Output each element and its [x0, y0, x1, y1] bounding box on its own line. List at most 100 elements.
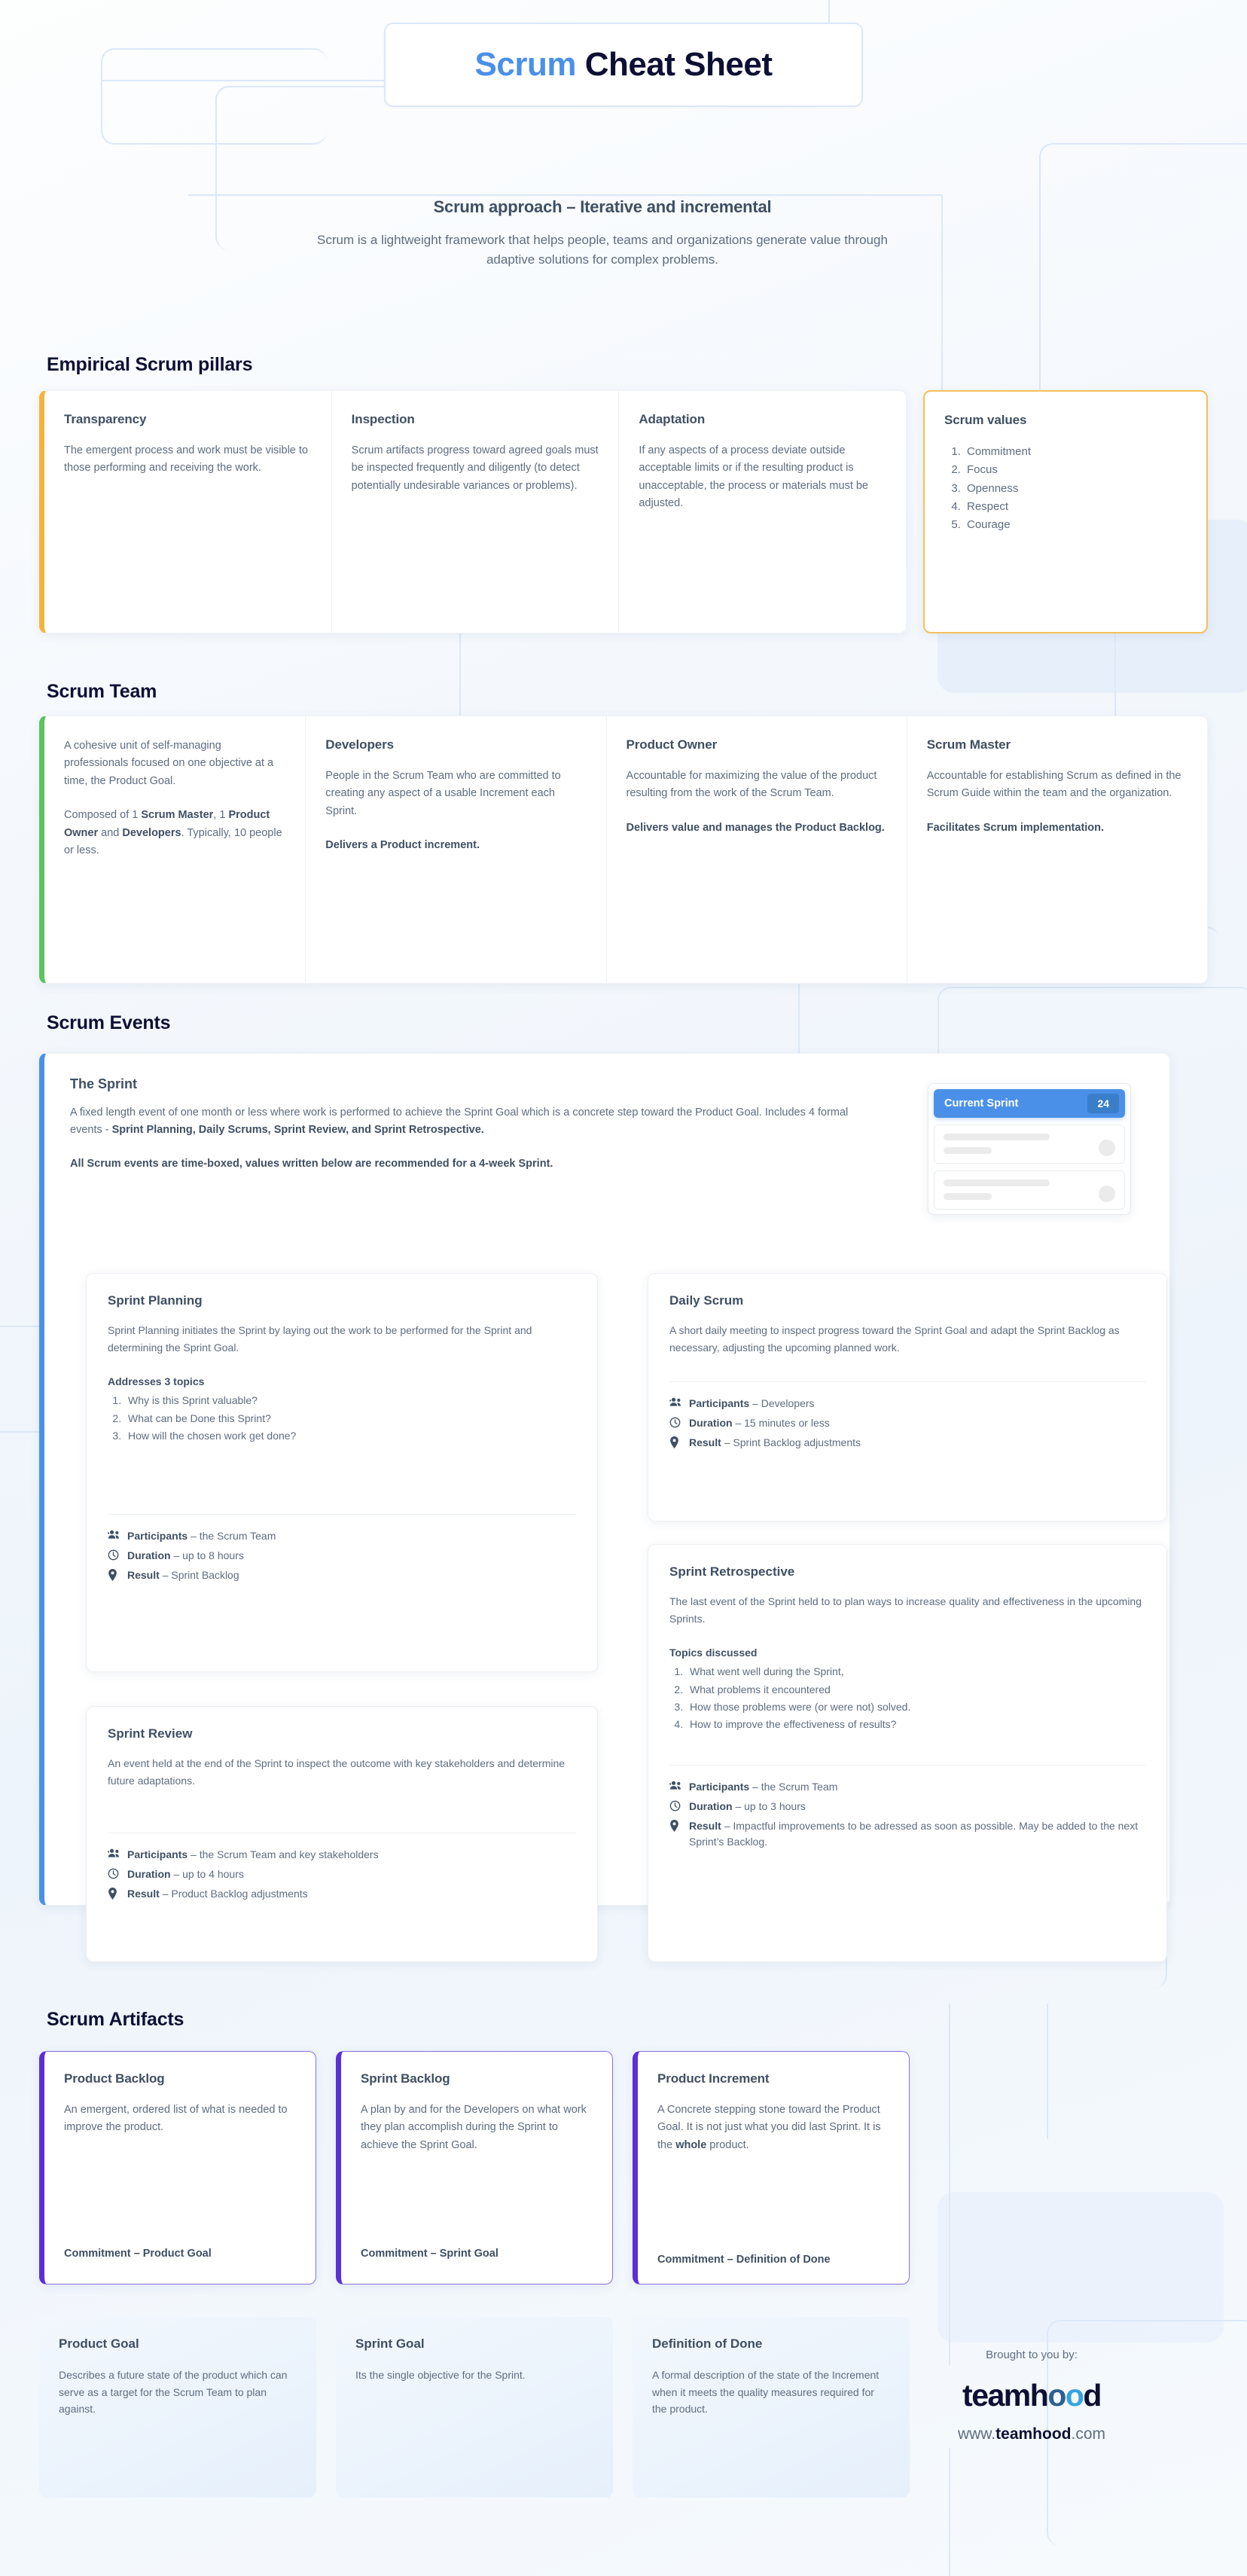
intro-heading: Scrum approach – Iterative and increment… [433, 197, 772, 216]
divider [669, 1765, 1145, 1766]
kanban-column-header[interactable]: Current Sprint 24 [934, 1089, 1125, 1118]
event-card-sprint-review: Sprint Review An event held at the end o… [86, 1706, 598, 1962]
meta-result: Result – Impactful improvements to be ad… [669, 1818, 1145, 1850]
kanban-count-badge: 24 [1087, 1094, 1119, 1113]
meta-duration: Duration – 15 minutes or less [669, 1415, 1145, 1431]
intro-block: Scrum approach – Iterative and increment… [301, 197, 904, 270]
url-brand: teamhood [995, 2425, 1072, 2443]
list-item: What went well during the Sprint, [686, 1663, 1145, 1680]
clock-icon [669, 1799, 689, 1811]
page-title-card: Scrum Cheat Sheet [384, 23, 863, 107]
section-heading-events: Scrum Events [47, 1012, 171, 1033]
goal-body: Describes a future state of the product … [59, 2369, 288, 2416]
footer-brand: Brought to you by: teamhood www.teamhood… [911, 2349, 1152, 2443]
goal-card-sprint-goal: Sprint Goal Its the single objective for… [336, 2317, 613, 2498]
kanban-task-card[interactable] [934, 1125, 1125, 1164]
pillars-card: Transparency The emergent process and wo… [39, 390, 907, 633]
event-topics: What went well during the Sprint, What p… [686, 1663, 1145, 1733]
event-body: Sprint Planning initiates the Sprint by … [108, 1324, 532, 1354]
pin-icon [669, 1435, 689, 1449]
clock-icon [108, 1866, 127, 1879]
goal-card-product-goal: Product Goal Describes a future state of… [39, 2317, 316, 2498]
artifact-commitment: Commitment – Product Goal [64, 2247, 212, 2260]
teamhood-logo: teamhood [911, 2378, 1152, 2413]
artifact-card-product-increment: Product Increment A Concrete stepping st… [633, 2051, 910, 2285]
event-title: Sprint Planning [108, 1293, 203, 1308]
artifact-body: A plan by and for the Developers on what… [361, 2104, 587, 2151]
role-body: Accountable for establishing Scrum as de… [926, 770, 1181, 800]
task-title-placeholder [944, 1180, 1050, 1186]
meta-text: Duration – up to 3 hours [689, 1800, 806, 1813]
divider [669, 1381, 1145, 1383]
list-item: Courage [964, 516, 1187, 534]
scrum-values-title: Scrum values [944, 413, 1027, 427]
task-subtitle-placeholder [944, 1193, 992, 1200]
avatar [1099, 1186, 1115, 1202]
meta-duration: Duration – up to 3 hours [669, 1799, 1145, 1814]
goal-body: A formal description of the state of the… [652, 2369, 880, 2416]
list-item: How to improve the effectiveness of resu… [686, 1716, 1145, 1733]
event-card-sprint-retrospective: Sprint Retrospective The last event of t… [648, 1544, 1167, 1962]
logo-o-light: o [1065, 2378, 1084, 2413]
meta-duration: Duration – up to 8 hours [108, 1548, 576, 1564]
task-subtitle-placeholder [944, 1147, 992, 1154]
role-title: Scrum Master [926, 737, 1011, 752]
goal-title: Definition of Done [652, 2336, 763, 2351]
intro-body: Scrum is a lightweight framework that he… [317, 233, 888, 267]
artifact-commitment: Commitment – Sprint Goal [361, 2247, 498, 2260]
clock-icon [669, 1415, 689, 1428]
logo-text-2: d [1083, 2378, 1102, 2413]
section-heading-artifacts: Scrum Artifacts [47, 2009, 184, 2030]
list-item: What can be Done this Sprint? [124, 1410, 576, 1427]
meta-text: Result – Impactful improvements to be ad… [689, 1820, 1139, 1848]
event-title: Sprint Retrospective [669, 1564, 795, 1579]
kanban-task-card[interactable] [934, 1170, 1125, 1210]
event-body: The last event of the Sprint held to to … [669, 1595, 1142, 1625]
artifact-title: Product Backlog [64, 2071, 165, 2086]
goal-card-definition-of-done: Definition of Done A formal description … [633, 2317, 910, 2498]
people-icon [108, 1528, 127, 1540]
meta-text: Duration – up to 8 hours [127, 1549, 244, 1562]
event-title: Sprint Review [108, 1726, 193, 1741]
role-note: Delivers a Product increment. [325, 839, 480, 852]
page-title-accent: Scrum [474, 46, 577, 83]
meta-text: Participants – Developers [689, 1397, 815, 1410]
kanban-column-title: Current Sprint [944, 1097, 1019, 1109]
logo-text-1: teamh [962, 2378, 1049, 2413]
infographic-page: Scrum Cheat Sheet Scrum approach – Itera… [0, 0, 1247, 2576]
pin-icon [669, 1818, 689, 1833]
pillar-title: Adaptation [639, 412, 706, 426]
artifact-card-product-backlog: Product Backlog An emergent, ordered lis… [39, 2051, 316, 2285]
people-icon [669, 1396, 689, 1407]
current-sprint-widget[interactable]: Current Sprint 24 [928, 1083, 1131, 1215]
the-sprint-body: A fixed length event of one month or les… [70, 1106, 849, 1137]
role-title: Product Owner [626, 737, 718, 752]
artifact-body: A Concrete stepping stone toward the Pro… [657, 2104, 881, 2151]
event-body: A short daily meeting to inspect progres… [669, 1324, 1120, 1354]
pin-icon [108, 1886, 127, 1900]
pillar-adaptation: Adaptation If any aspects of a process d… [618, 391, 906, 633]
website-url[interactable]: www.teamhood.com [911, 2425, 1152, 2443]
divider [108, 1514, 576, 1515]
list-item: How will the chosen work get done? [124, 1427, 576, 1445]
pillar-body: Scrum artifacts progress toward agreed g… [351, 444, 599, 492]
url-prefix: www. [957, 2425, 996, 2443]
meta-text: Duration – up to 4 hours [127, 1868, 244, 1881]
goal-body: Its the single objective for the Sprint. [355, 2369, 526, 2381]
event-card-daily-scrum: Daily Scrum A short daily meeting to ins… [648, 1273, 1167, 1521]
event-body: An event held at the end of the Sprint t… [108, 1757, 566, 1787]
list-item: What problems it encountered [686, 1681, 1145, 1699]
pillar-body: The emergent process and work must be vi… [64, 444, 308, 475]
meta-duration: Duration – up to 4 hours [108, 1866, 576, 1882]
artifact-commitment: Commitment – Definition of Done [657, 2253, 831, 2266]
task-title-placeholder [944, 1134, 1050, 1140]
team-overview: A cohesive unit of self-managing profess… [44, 716, 305, 983]
pillar-inspection: Inspection Scrum artifacts progress towa… [331, 391, 619, 633]
event-subhead: Topics discussed [669, 1647, 758, 1659]
event-subhead: Addresses 3 topics [108, 1375, 205, 1388]
page-title: Scrum Cheat Sheet [475, 46, 773, 84]
artifact-body: An emergent, ordered list of what is nee… [64, 2104, 288, 2134]
event-card-sprint-planning: Sprint Planning Sprint Planning initiate… [86, 1273, 598, 1672]
meta-text: Participants – the Scrum Team [689, 1781, 838, 1793]
meta-text: Participants – the Scrum Team and key st… [127, 1848, 379, 1861]
